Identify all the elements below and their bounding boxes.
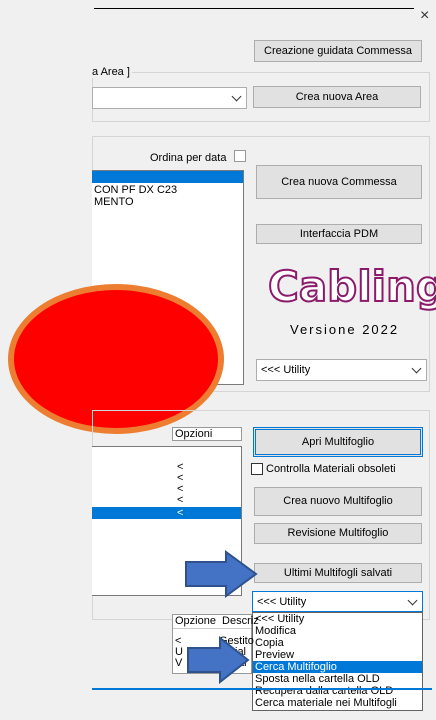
utility-combo-bottom-value: <<< Utility <box>257 596 307 608</box>
cell: V <box>175 657 183 669</box>
list-item[interactable]: < <box>92 494 241 507</box>
new-commessa-button[interactable]: Crea nuova Commessa <box>256 165 422 199</box>
new-multifoglio-button[interactable]: Crea nuovo Multifoglio <box>254 487 422 516</box>
close-icon[interactable]: × <box>420 8 429 24</box>
dropdown-option[interactable]: Sposta nella cartella OLD <box>253 673 422 685</box>
options-header: Opzioni <box>172 427 242 441</box>
chevron-down-icon <box>231 91 242 102</box>
new-area-button[interactable]: Crea nuova Area <box>253 86 421 108</box>
revision-multifoglio-button[interactable]: Revisione Multifoglio <box>254 523 422 544</box>
version-label: Versione 2022 <box>290 322 400 337</box>
sort-by-date-label: Ordina per data <box>150 152 227 164</box>
utility-combo-bottom[interactable]: <<< Utility <box>252 591 423 612</box>
obsolete-materials-label: Controlla Materiali obsoleti <box>266 463 396 475</box>
obsolete-materials-checkbox[interactable] <box>251 463 263 475</box>
dropdown-option[interactable]: Recupera dalla cartella OLD <box>253 685 422 697</box>
cabling-logo: Cabling <box>267 262 436 311</box>
col-opzione: Opzione <box>175 615 216 627</box>
list-item[interactable]: MENTO <box>92 196 243 209</box>
utility-combo-top[interactable]: <<< Utility <box>256 359 427 381</box>
marker: < <box>177 507 184 519</box>
table-header: Opzione Descriz <box>173 615 259 629</box>
area-group-label: a Area ] <box>92 66 132 78</box>
recent-multifogli-button[interactable]: Ultimi Multifogli salvati <box>254 563 422 583</box>
list-item-selected[interactable]: < <box>92 507 241 519</box>
dropdown-option[interactable]: Cerca materiale nei Multifogli <box>253 697 422 709</box>
col-descriz: Descriz <box>222 615 259 627</box>
marker: < <box>177 494 184 506</box>
utility-combo-top-value: <<< Utility <box>261 364 311 376</box>
title-rule <box>94 8 414 9</box>
chevron-down-icon <box>411 363 422 374</box>
area-combo[interactable] <box>92 87 247 109</box>
sort-by-date-checkbox[interactable] <box>234 150 246 162</box>
dropdown-option[interactable]: Preview <box>253 649 422 661</box>
utility-dropdown-list: <<< Utility Modifica Copia Preview Cerca… <box>252 612 423 711</box>
dropdown-option-selected[interactable]: Cerca Multifoglio <box>253 661 422 673</box>
arrow-icon <box>185 550 258 598</box>
options-header-label: Opzioni <box>175 428 213 440</box>
arrow-icon <box>187 636 250 684</box>
pdm-button[interactable]: Interfaccia PDM <box>256 224 422 244</box>
dropdown-option[interactable]: Copia <box>253 637 422 649</box>
list-item-selected[interactable] <box>92 171 243 183</box>
wizard-button[interactable]: Creazione guidata Commessa <box>254 40 422 62</box>
dropdown-option[interactable]: Modifica <box>253 625 422 637</box>
bottom-rule <box>92 688 432 690</box>
chevron-down-icon <box>407 595 418 606</box>
dropdown-option[interactable]: <<< Utility <box>253 613 422 625</box>
open-multifoglio-button[interactable]: Apri Multifoglio <box>253 427 423 457</box>
